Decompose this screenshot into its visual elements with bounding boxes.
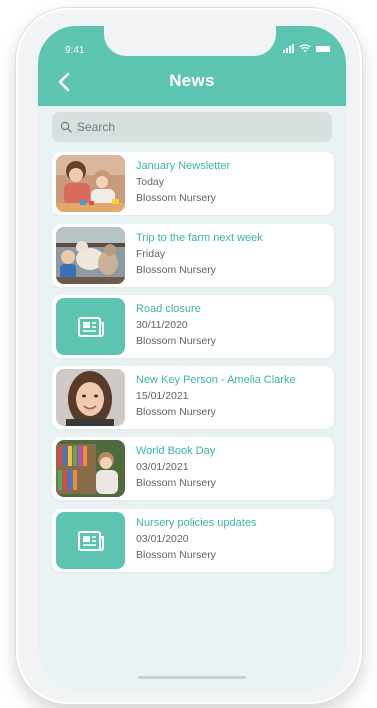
search-bar[interactable] [52, 112, 332, 142]
news-thumbnail-photo [56, 369, 125, 426]
news-item-world-book-day[interactable]: World Book Day 03/01/2021 Blossom Nurser… [52, 437, 334, 500]
news-item-road-closure[interactable]: Road closure 30/11/2020 Blossom Nursery [52, 295, 334, 358]
news-item-source: Blossom Nursery [136, 477, 216, 489]
news-thumbnail-photo [56, 440, 125, 497]
app-screen: 9:41 News Search January Newsletter Toda… [38, 26, 346, 690]
news-thumbnail-placeholder [56, 512, 125, 569]
news-item-text: Trip to the farm next week Friday Blosso… [136, 230, 263, 278]
news-item-title: Road closure [136, 303, 201, 315]
wifi-icon [299, 44, 311, 53]
news-item-new-key-person[interactable]: New Key Person - Amelia Clarke 15/01/202… [52, 366, 334, 429]
phone-notch [104, 26, 276, 56]
news-item-date: 03/01/2021 [136, 461, 189, 473]
signal-icon [283, 44, 294, 53]
status-time: 9:41 [65, 45, 85, 56]
news-item-text: Nursery policies updates 03/01/2020 Blos… [136, 515, 256, 563]
news-item-title: January Newsletter [136, 160, 231, 172]
news-thumbnail-photo [56, 155, 125, 212]
news-item-text: World Book Day 03/01/2021 Blossom Nurser… [136, 443, 216, 491]
news-item-january-newsletter[interactable]: January Newsletter Today Blossom Nursery [52, 152, 334, 215]
news-item-title: New Key Person - Amelia Clarke [136, 374, 296, 386]
news-thumbnail-photo [56, 227, 125, 284]
news-item-title: Nursery policies updates [136, 517, 257, 529]
newspaper-icon [77, 316, 104, 337]
news-item-title: Trip to the farm next week [136, 232, 263, 244]
news-item-source: Blossom Nursery [136, 335, 216, 347]
battery-icon [316, 45, 330, 52]
news-item-source: Blossom Nursery [136, 192, 216, 204]
search-input[interactable] [77, 120, 317, 134]
header-bar: 9:41 News [38, 26, 346, 106]
news-item-date: Friday [136, 248, 166, 260]
status-icons [283, 44, 330, 53]
news-item-title: World Book Day [136, 445, 216, 457]
news-item-date: 30/11/2020 [136, 319, 188, 331]
search-icon [60, 121, 72, 133]
news-item-text: Road closure 30/11/2020 Blossom Nursery [136, 301, 216, 349]
newspaper-icon [77, 530, 104, 551]
home-indicator[interactable] [138, 676, 246, 679]
news-item-nursery-policies[interactable]: Nursery policies updates 03/01/2020 Blos… [52, 509, 334, 572]
news-item-source: Blossom Nursery [136, 549, 216, 561]
news-item-farm-trip[interactable]: Trip to the farm next week Friday Blosso… [52, 224, 334, 287]
news-item-source: Blossom Nursery [136, 406, 216, 418]
news-item-date: 03/01/2020 [136, 533, 189, 545]
news-item-text: January Newsletter Today Blossom Nursery [136, 158, 230, 206]
page-title: News [169, 71, 215, 90]
news-item-text: New Key Person - Amelia Clarke 15/01/202… [136, 372, 296, 420]
news-item-date: Today [136, 176, 165, 188]
news-item-date: 15/01/2021 [136, 390, 189, 402]
news-item-source: Blossom Nursery [136, 264, 216, 276]
news-thumbnail-placeholder [56, 298, 125, 355]
